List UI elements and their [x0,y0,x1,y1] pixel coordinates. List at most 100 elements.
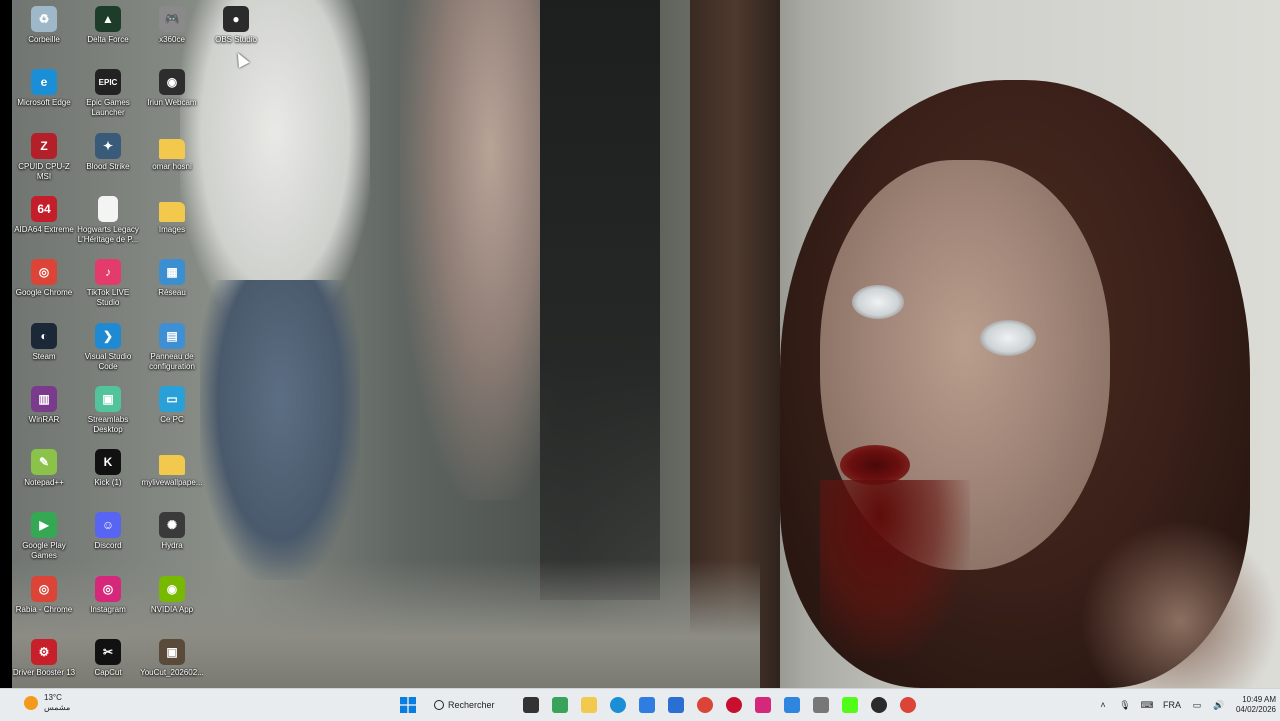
desktop-icon-chrome-profile[interactable]: ◎ Rabia - Chrome [12,575,76,615]
desktop-icon-capcut[interactable]: ✂ CapCut [76,639,140,678]
desktop-icon-label: Steam [32,351,56,361]
desktop-icon-winrar[interactable]: ▥ WinRAR [12,385,76,425]
video-file-icon: ▣ [159,639,185,665]
weather-description: مشمس [44,703,71,712]
desktop-icon-kick[interactable]: K Kick (1) [76,449,140,488]
desktop-icon-blood-strike[interactable]: ✦ Blood Strike [76,132,140,172]
desktop-icon-aida64[interactable]: 64 AIDA64 Extreme [12,195,76,235]
desktop-icon-folder[interactable]: omar hosni [140,133,204,172]
instagram-icon: ◎ [95,575,121,602]
kick-icon [841,697,858,713]
desktop-icon-hydra[interactable]: ✺ Hydra [140,512,204,551]
search-box[interactable]: Rechercher [426,694,512,716]
wallpaper-dark-coat [540,0,660,600]
desktop-icon-label: OBS Studio [215,35,257,44]
cpuz-icon: Z [31,132,57,159]
taskbar-kick-button[interactable] [835,692,864,718]
clock[interactable]: 10:49 AM 04/02/2026 [1230,695,1280,715]
desktop-icon-instagram[interactable]: ◎ Instagram [76,575,140,615]
desktop-icon-label: Notepad++ [24,478,64,488]
taskbar-photos-button[interactable] [777,692,806,718]
desktop-icon-label: NVIDIA App [150,604,194,614]
search-icon [434,700,444,710]
desktop-icon-label: Delta Force [87,35,129,44]
taskbar-opera-gx-button[interactable] [719,692,748,718]
desktop-icon-epic-games[interactable]: EPIC Epic Games Launcher [76,69,140,118]
desktop-icon-gamepad[interactable]: 🎮 x360ce [140,6,204,45]
keyboard-icon[interactable]: ⌨ [1136,689,1158,721]
vscode-icon: ❯ [95,322,121,349]
desktop-icon-vscode[interactable]: ❯ Visual Studio Code [76,322,140,372]
desktop-icon-label: Instagram [90,604,126,614]
photos-icon [783,697,800,713]
desktop-icon-file[interactable]: Hogwarts Legacy L'Héritage de P... [76,195,140,245]
desktop-icon-notepad[interactable]: ✎ Notepad++ [12,449,76,488]
desktop-icon-steam[interactable]: ◐ Steam [12,322,76,362]
taskbar-widgets-button[interactable] [545,692,574,718]
desktop-icon-label: WinRAR [28,414,60,424]
taskbar-chrome-button[interactable] [690,692,719,718]
taskbar-instagram-button[interactable] [748,692,777,718]
desktop-icon-nvidia[interactable]: ◉ NVIDIA App [140,575,204,615]
opera-gx-icon [725,697,742,713]
taskbar-file-explorer-button[interactable] [574,692,603,718]
desktop-icon-network[interactable]: ▦ Réseau [140,259,204,298]
weather-widget[interactable]: 13°C مشمس [24,693,70,713]
copilot-icon [638,697,655,713]
desktop-icon-label: Microsoft Edge [17,98,71,108]
desktop-icon-streamlabs[interactable]: ▣ Streamlabs Desktop [76,385,140,435]
desktop-icon-label: Epic Games Launcher [86,98,130,118]
wallpaper-zombie-mouth [840,445,910,485]
search-label: Rechercher [448,700,495,710]
volume-icon[interactable]: 🔊 [1208,689,1230,721]
desktop-icon-pc[interactable]: ▭ Ce PC [140,385,204,425]
discord-icon: ☺ [95,512,121,539]
desktop-icon-recycle-bin[interactable]: ♻ Corbeille [12,6,76,45]
show-hidden-icons-button[interactable]: ˄ [1092,689,1114,721]
screen-left-edge [0,0,12,688]
microphone-icon[interactable]: 🎙 [1114,689,1136,721]
desktop-icon-tiktok[interactable]: ♪ TikTok LIVE Studio [76,259,140,308]
taskbar-app-button[interactable] [806,692,835,718]
store-icon [667,697,684,713]
desktop-icon-label: Streamlabs Desktop [87,414,129,434]
language-indicator[interactable]: FRA [1158,689,1186,721]
desktop-icon-label: Driver Booster 13 [12,668,76,677]
desktop-icon-video-file[interactable]: ▣ YouCut_202602... [140,639,204,678]
chrome-icon [696,697,713,713]
desktop-icon-webcam[interactable]: ◉ Iriun Webcam [140,69,204,108]
desktop-icon-discord[interactable]: ☺ Discord [76,512,140,551]
desktop-icon-control-panel[interactable]: ▤ Panneau de configuration [140,322,204,372]
taskbar-store-button[interactable] [661,692,690,718]
network-icon[interactable]: ▭ [1186,689,1208,721]
desktop-icon-driver-booster[interactable]: ⚙ Driver Booster 13 [12,639,76,678]
desktop-icon-folder[interactable]: mylivewallpape... [140,449,204,488]
desktop-icon-folder[interactable]: Images [140,196,204,235]
chrome-profile-icon [899,697,916,713]
capcut-icon: ✂ [95,639,121,665]
desktop-icon-cpuz[interactable]: Z CPUID CPU-Z MSI [12,132,76,182]
desktop-icon-label: Réseau [158,288,186,298]
desktop-icon-obs[interactable]: ● OBS Studio [204,6,268,45]
desktop-icon-label: Corbeille [28,35,60,44]
desktop-icon-label: TikTok LIVE Studio [86,288,130,308]
taskbar-obs-button[interactable] [864,692,893,718]
app-icon [812,697,829,713]
start-button[interactable] [393,692,422,718]
taskbar-task-view-button[interactable] [516,692,545,718]
wallpaper-zombie-right-eye [980,320,1036,356]
delta-force-icon: ▲ [95,6,121,32]
recycle-bin-icon: ♻ [31,6,57,32]
streamlabs-icon: ▣ [95,385,121,412]
taskbar-chrome-profile-button[interactable] [893,692,922,718]
taskbar-edge-button[interactable] [603,692,632,718]
taskbar-copilot-button[interactable] [632,692,661,718]
desktop-icon-chrome[interactable]: ◎ Google Chrome [12,259,76,298]
desktop-icon-play-games[interactable]: ▶ Google Play Games [12,512,76,561]
desktop-icon-label: x360ce [159,35,185,44]
obs-icon [870,697,887,713]
desktop-icon-edge[interactable]: e Microsoft Edge [12,69,76,108]
desktop-icon-label: CPUID CPU-Z MSI [18,161,70,181]
desktop-icon-delta-force[interactable]: ▲ Delta Force [76,6,140,45]
desktop-icon-label: omar hosni [152,161,192,171]
